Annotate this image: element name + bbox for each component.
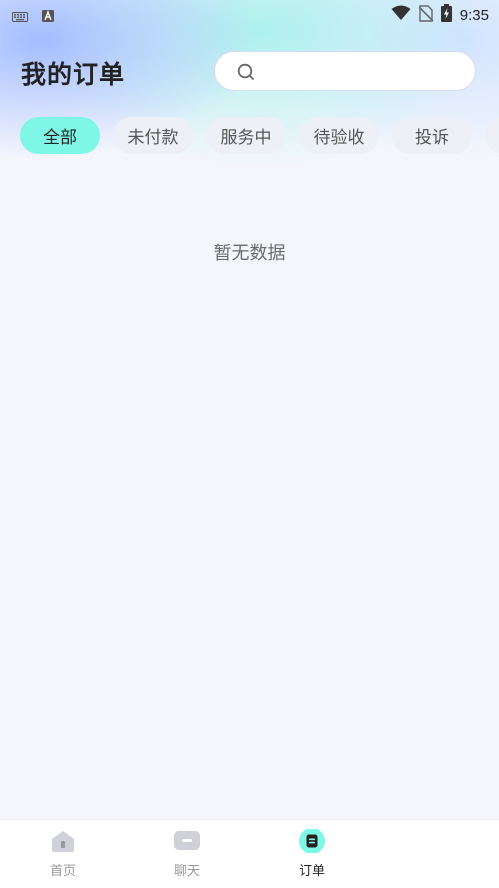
status-left bbox=[12, 7, 54, 26]
nav-home[interactable]: 首页 bbox=[28, 829, 98, 879]
battery-charging-icon bbox=[440, 4, 452, 26]
clock: 9:35 bbox=[459, 6, 489, 24]
chat-icon bbox=[173, 829, 201, 857]
tab-more[interactable] bbox=[485, 117, 499, 154]
header: 我的订单 bbox=[0, 50, 499, 96]
tab-complaint[interactable]: 投诉 bbox=[392, 117, 472, 154]
nav-home-label: 首页 bbox=[49, 864, 76, 879]
tab-pending-acceptance[interactable]: 待验收 bbox=[299, 117, 379, 154]
search-input[interactable] bbox=[214, 51, 476, 91]
nav-order-label: 订单 bbox=[298, 864, 325, 879]
bottom-nav: 首页 聊天 订单 bbox=[0, 819, 499, 888]
nav-order[interactable]: 订单 bbox=[277, 828, 347, 879]
nav-chat-label: 聊天 bbox=[173, 864, 200, 879]
order-status-tabs: 全部 未付款 服务中 待验收 投诉 bbox=[20, 117, 499, 155]
order-icon bbox=[298, 828, 326, 857]
tab-all[interactable]: 全部 bbox=[20, 117, 100, 154]
wifi-icon bbox=[391, 5, 411, 25]
header-background bbox=[0, 0, 499, 200]
empty-state-text: 暂无数据 bbox=[213, 243, 286, 264]
home-icon bbox=[49, 829, 77, 857]
a-letter-icon bbox=[42, 7, 54, 26]
nav-chat[interactable]: 聊天 bbox=[152, 829, 222, 879]
status-bar: 9:35 bbox=[0, 0, 499, 28]
page-title: 我的订单 bbox=[21, 60, 126, 89]
search-icon bbox=[237, 63, 255, 85]
tab-unpaid[interactable]: 未付款 bbox=[113, 117, 193, 154]
no-sim-icon bbox=[418, 4, 434, 26]
status-right: 9:35 bbox=[391, 4, 489, 26]
tab-in-service[interactable]: 服务中 bbox=[206, 117, 286, 154]
keyboard-icon bbox=[12, 7, 28, 26]
